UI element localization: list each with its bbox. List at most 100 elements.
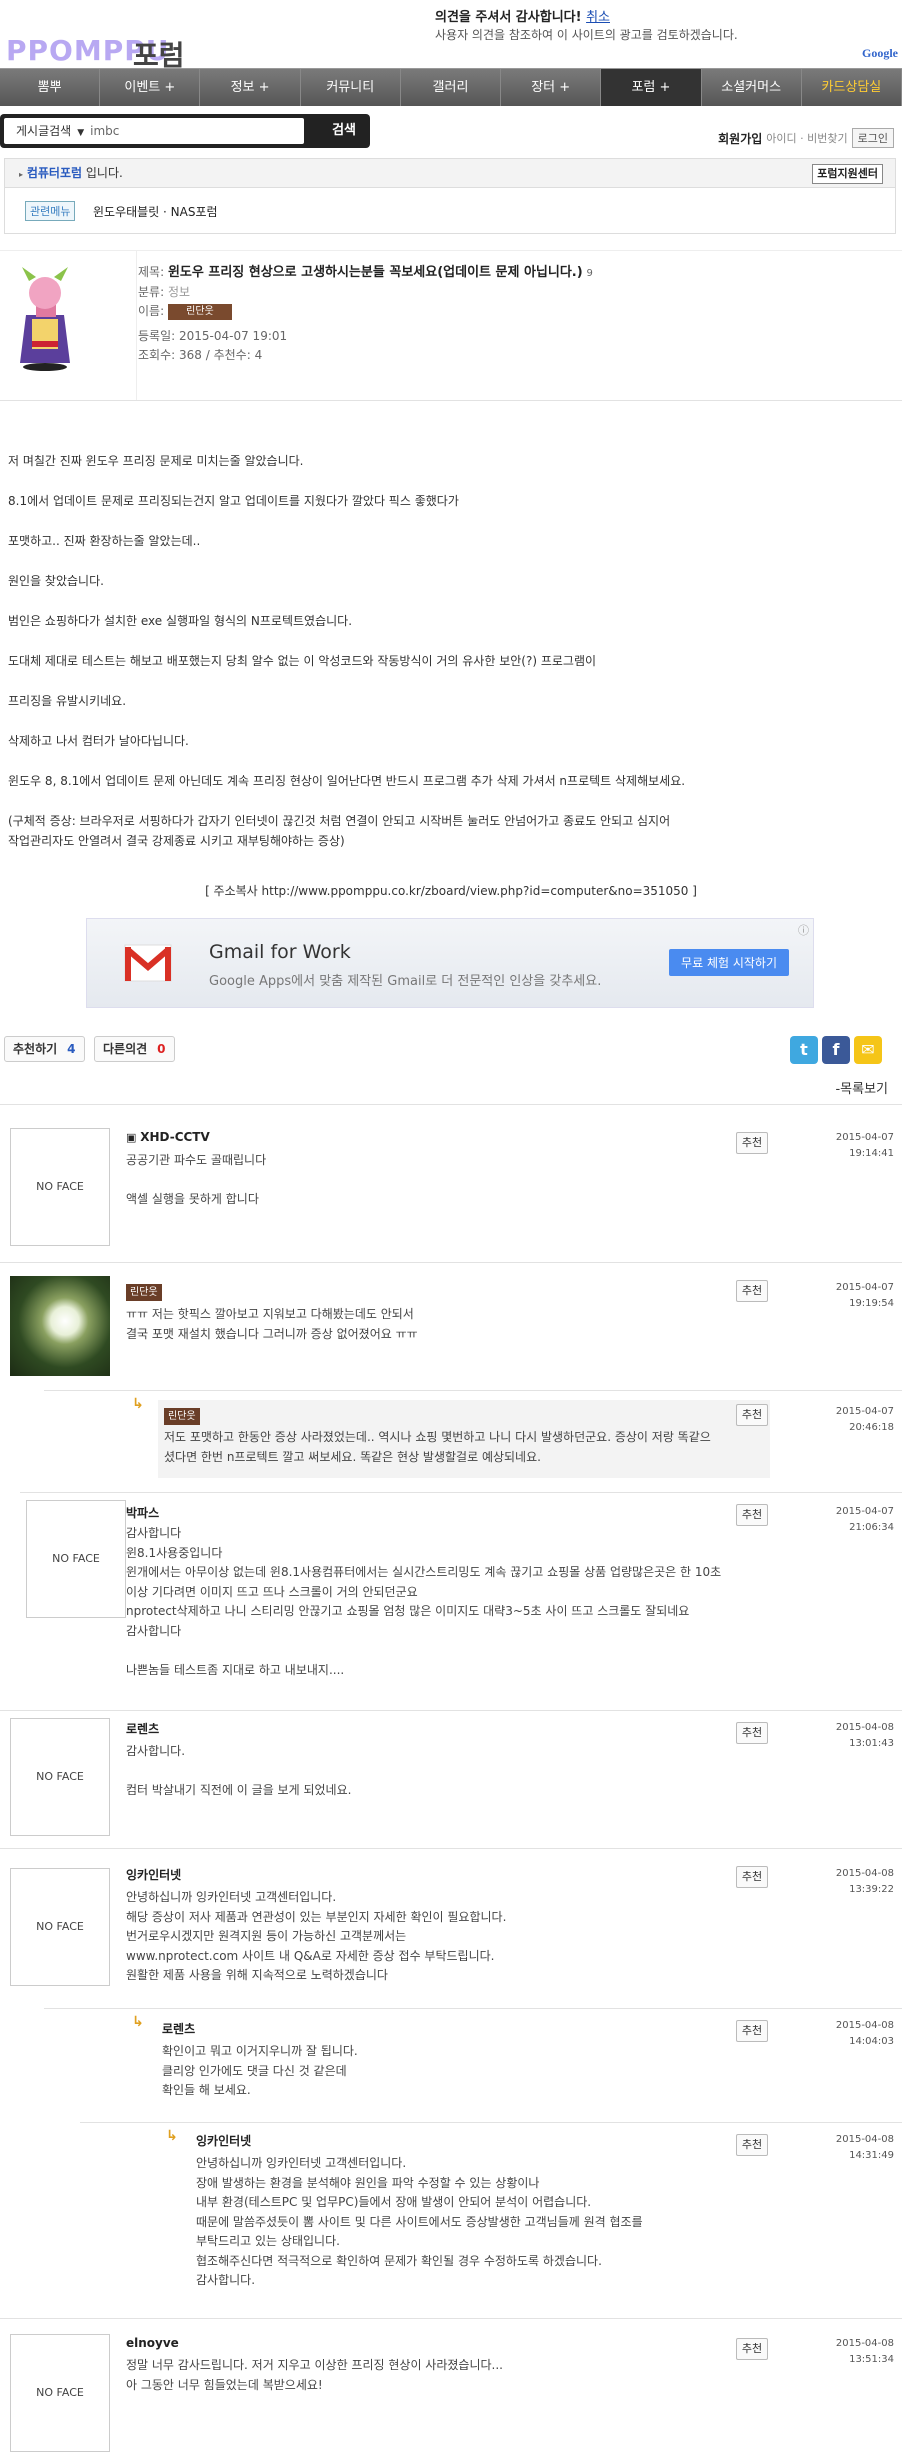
comment-recommend-button[interactable]: 추천 bbox=[736, 1404, 768, 1426]
nav-item-card[interactable]: 카드상담실 bbox=[802, 69, 902, 106]
commenter-name[interactable]: 잉카인터넷 bbox=[196, 2132, 251, 2149]
commenter-name[interactable]: 로렌츠 bbox=[162, 2020, 195, 2037]
divider bbox=[0, 1848, 902, 1849]
comment-date-time: 13:39:22 bbox=[849, 1884, 894, 1895]
comment-date-day: 2015-04-08 bbox=[835, 1722, 894, 1733]
post-category: 정보 bbox=[167, 285, 191, 299]
commenter-name[interactable]: 박파스 bbox=[126, 1504, 159, 1521]
comment-text: ㅠㅠ 저는 핫픽스 깔아보고 지워보고 다해봤는데도 안되서 결국 포맷 재설치… bbox=[126, 1307, 418, 1341]
comment-date-time: 14:31:49 bbox=[849, 2150, 894, 2161]
body-line: 저 며칠간 진짜 윈도우 프리징 문제로 미치는줄 알았습니다. bbox=[8, 454, 304, 468]
search-input[interactable]: 게시글검색 ▼ imbc bbox=[4, 118, 304, 144]
kakao-icon[interactable]: ✉ bbox=[854, 1036, 882, 1064]
comment-date-day: 2015-04-07 bbox=[835, 1406, 894, 1417]
commenter-avatar: NO FACE bbox=[26, 1500, 126, 1618]
author-avatar bbox=[20, 267, 70, 371]
divider bbox=[0, 400, 902, 401]
related-links[interactable]: 윈도우태블릿 · NAS포럼 bbox=[93, 203, 218, 220]
body-line: 포맷하고.. 진짜 환장하는줄 알았는데.. bbox=[8, 534, 201, 548]
comment-date: 2015-04-08 13:39:22 bbox=[824, 1866, 894, 1898]
divider bbox=[44, 2008, 902, 2009]
comment-date-time: 21:06:34 bbox=[849, 1522, 894, 1533]
commenter-name[interactable]: 로렌츠 bbox=[126, 1720, 159, 1737]
comment-recommend-button[interactable]: 추천 bbox=[736, 2020, 768, 2042]
search-type-select[interactable]: 게시글검색 bbox=[16, 124, 71, 138]
post-views: 368 bbox=[179, 348, 202, 362]
comment-date: 2015-04-08 14:04:03 bbox=[824, 2018, 894, 2050]
title-comment-count: 9 bbox=[586, 268, 593, 279]
breadcrumb-link[interactable]: 컴퓨터포럼 bbox=[27, 166, 82, 180]
facebook-icon[interactable]: f bbox=[822, 1036, 850, 1064]
comment-date-day: 2015-04-08 bbox=[835, 2020, 894, 2031]
nav-item-event[interactable]: 이벤트 + bbox=[100, 69, 201, 106]
login-button[interactable]: 로그인 bbox=[851, 128, 894, 148]
recommend-button[interactable]: 추천하기 4 bbox=[4, 1036, 85, 1062]
recommend-label: 추천하기 bbox=[13, 1042, 58, 1056]
dissent-button[interactable]: 다른의견 0 bbox=[94, 1036, 175, 1062]
comment-recommend-button[interactable]: 추천 bbox=[736, 2338, 768, 2360]
comment-recommend-button[interactable]: 추천 bbox=[736, 2134, 768, 2156]
nav-item-social[interactable]: 소셜커머스 bbox=[702, 69, 802, 106]
post-date: 2015-04-07 19:01 bbox=[179, 329, 288, 343]
divider bbox=[44, 1390, 902, 1391]
commenter-name-text: XHD-CCTV bbox=[140, 1130, 210, 1144]
comment-text: 감사합니다 윈8.1사용중입니다 윈개에서는 아무이상 없는데 윈8.1사용컴퓨… bbox=[126, 1526, 722, 1677]
find-account-link[interactable]: 아이디 · 비번찾기 bbox=[766, 130, 847, 146]
comment-text: 저도 포맷하고 한동안 증상 사라졌었는데.. 역시나 쇼핑 몇번하고 나니 다… bbox=[164, 1430, 711, 1464]
nav-item-info[interactable]: 정보 + bbox=[200, 69, 301, 106]
commenter-nick-badge[interactable]: 린단웃 bbox=[164, 1408, 200, 1425]
commenter-name[interactable]: ▣ XHD-CCTV bbox=[126, 1130, 210, 1144]
ad-feedback: 의견을 주셔서 감사합니다! 취소 사용자 의견을 참조하여 이 사이트의 광고… bbox=[435, 6, 865, 43]
commenter-name[interactable]: elnoyve bbox=[126, 2336, 179, 2350]
recommend-count: 4 bbox=[67, 1042, 76, 1056]
nav-item-community[interactable]: 커뮤니티 bbox=[301, 69, 401, 106]
comment-text: 안녕하십니까 잉카인터넷 고객센터입니다. 해당 증상이 저사 제품과 연관성이… bbox=[126, 1890, 507, 1982]
twitter-icon[interactable]: t bbox=[790, 1036, 818, 1064]
divider bbox=[0, 1104, 902, 1105]
body-line: (구체적 증상: 브라우저로 서핑하다가 갑자기 인터넷이 끊긴것 처럼 연결이… bbox=[8, 814, 671, 828]
post-recs: 4 bbox=[254, 348, 263, 362]
comment-date-time: 14:04:03 bbox=[849, 2036, 894, 2047]
gmail-ad-banner[interactable]: Gmail for Work Google Apps에서 맞춤 제작된 Gmai… bbox=[86, 918, 814, 1008]
comment-text: 공공기관 파수도 골때립니다 액셀 실행을 못하게 합니다 bbox=[126, 1153, 267, 1206]
address-copy[interactable]: [ 주소복사 http://www.ppomppu.co.kr/zboard/v… bbox=[0, 882, 902, 899]
nav-item-gallery[interactable]: 갤러리 bbox=[401, 69, 502, 106]
commenter-nick-badge[interactable]: 린단웃 bbox=[126, 1284, 162, 1301]
author-nick-badge[interactable]: 린단웃 bbox=[167, 303, 232, 320]
nav-item-market[interactable]: 장터 + bbox=[501, 69, 602, 106]
commenter-avatar: NO FACE bbox=[10, 1128, 110, 1246]
back-to-list-link[interactable]: -목록보기 bbox=[835, 1078, 888, 1097]
nav-item-forum[interactable]: 포럼 + bbox=[601, 69, 702, 106]
divider bbox=[0, 2318, 902, 2319]
comment-recommend-button[interactable]: 추천 bbox=[736, 1504, 768, 1526]
commenter-name[interactable]: 잉카인터넷 bbox=[126, 1866, 181, 1883]
ad-cta-button[interactable]: 무료 체험 시작하기 bbox=[669, 949, 789, 976]
views-label: 조회수: bbox=[138, 348, 176, 362]
commenter-avatar: NO FACE bbox=[10, 1718, 110, 1836]
comment-recommend-button[interactable]: 추천 bbox=[736, 1132, 768, 1154]
bullet-icon: ▸ bbox=[19, 170, 24, 179]
nav-item-ppomppu[interactable]: 뽐뿌 bbox=[0, 69, 101, 106]
comment-date: 2015-04-08 14:31:49 bbox=[824, 2132, 894, 2164]
ad-feedback-sub: 사용자 의견을 참조하여 이 사이트의 광고를 검토하겠습니다. bbox=[435, 28, 738, 42]
comment-recommend-button[interactable]: 추천 bbox=[736, 1722, 768, 1744]
ad-info-icon[interactable]: ⓘ bbox=[798, 922, 809, 938]
comment-date-day: 2015-04-08 bbox=[835, 1868, 894, 1879]
search-button[interactable]: 검색 bbox=[332, 114, 356, 148]
gmail-icon bbox=[124, 944, 172, 982]
comment-date-time: 19:14:41 bbox=[849, 1148, 894, 1159]
category-label: 분류: bbox=[138, 285, 165, 299]
body-line: 윈도우 8, 8.1에서 업데이트 문제 아닌데도 계속 프리징 현상이 일어난… bbox=[8, 774, 686, 788]
ad-headline: Gmail for Work bbox=[209, 941, 351, 963]
reply-arrow-icon: ↳ bbox=[132, 1396, 144, 1412]
search-query[interactable]: imbc bbox=[90, 124, 119, 138]
ad-cancel-link[interactable]: 취소 bbox=[586, 10, 610, 25]
post-title: 윈도우 프리징 현상으로 고생하시는분들 꼭보세요(업데이트 문제 아닙니다.) bbox=[167, 265, 583, 280]
comment-date: 2015-04-07 20:46:18 bbox=[824, 1404, 894, 1436]
join-link[interactable]: 회원가입 bbox=[718, 130, 762, 147]
comment-recommend-button[interactable]: 추천 bbox=[736, 1866, 768, 1888]
comment-date-day: 2015-04-07 bbox=[835, 1132, 894, 1143]
body-line: 원인을 찾았습니다. bbox=[8, 574, 104, 588]
forum-support-button[interactable]: 포럼지원센터 bbox=[812, 164, 883, 184]
comment-recommend-button[interactable]: 추천 bbox=[736, 1280, 768, 1302]
